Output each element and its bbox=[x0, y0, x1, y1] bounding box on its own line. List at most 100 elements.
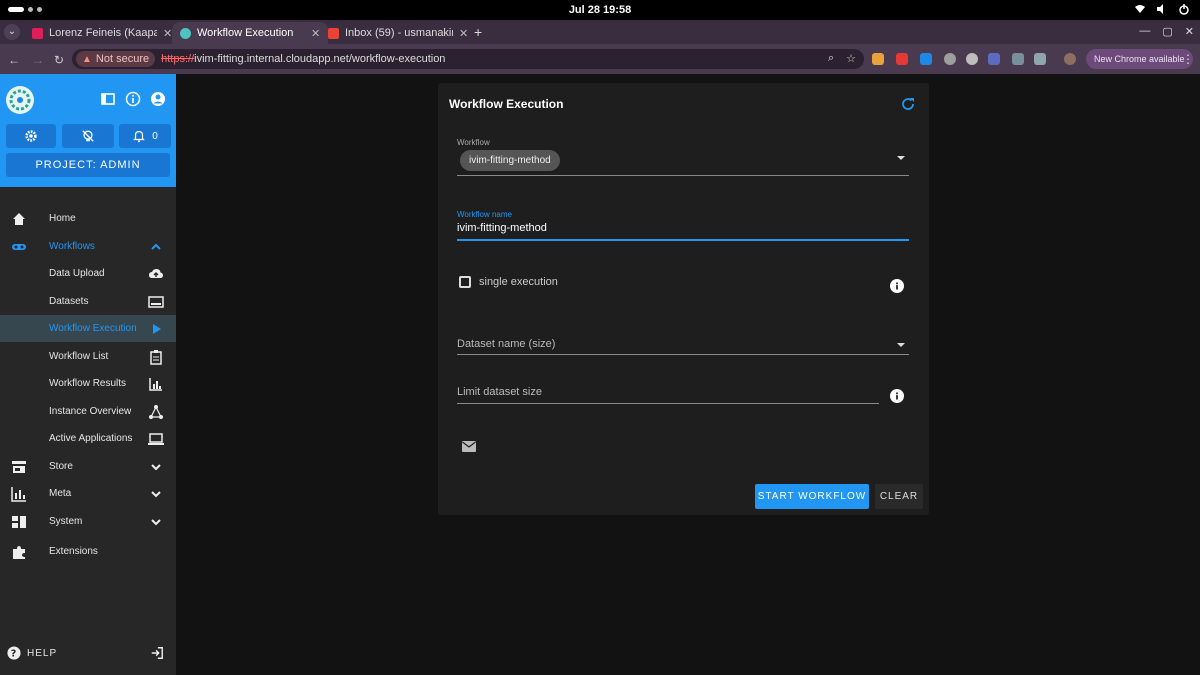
maximize-icon[interactable]: ▢ bbox=[1162, 25, 1172, 38]
dataset-select[interactable]: Dataset name (size) bbox=[457, 338, 555, 350]
email-icon[interactable] bbox=[462, 441, 476, 452]
gmail-icon bbox=[328, 27, 339, 39]
browser-toolbar: ← → ↻ ▲ Not secure https://ivim-fitting.… bbox=[0, 44, 1200, 74]
clear-button[interactable]: CLEAR bbox=[875, 484, 923, 509]
tab-workflow-execution[interactable]: Workflow Execution ✕ bbox=[172, 22, 329, 44]
notification-count: 0 bbox=[152, 130, 158, 142]
new-tab-button[interactable]: + bbox=[474, 24, 482, 40]
tab-slack[interactable]: Lorenz Feineis (Kaapana ✕ bbox=[24, 22, 180, 44]
clipboard-icon bbox=[150, 349, 162, 365]
close-window-icon[interactable]: ✕ bbox=[1185, 25, 1194, 38]
extension-icon[interactable] bbox=[920, 53, 932, 65]
extension-icon[interactable] bbox=[1012, 53, 1024, 65]
sidebar-item-active-applications[interactable]: Active Applications bbox=[0, 425, 176, 452]
sidebar-item-data-upload[interactable]: Data Upload bbox=[0, 260, 176, 287]
project-selector-button[interactable]: PROJECT: ADMIN bbox=[6, 153, 170, 177]
chevron-down-icon bbox=[151, 518, 161, 525]
svg-text:?: ? bbox=[11, 649, 17, 660]
sidebar-item-extensions[interactable]: Extensions bbox=[0, 538, 176, 565]
workflow-name-input[interactable]: ivim-fitting-method bbox=[457, 222, 547, 234]
sidebar-toggle-icon[interactable] bbox=[100, 91, 116, 107]
dataset-dropdown-arrow-icon[interactable] bbox=[897, 343, 905, 347]
close-icon[interactable]: ✕ bbox=[311, 27, 320, 40]
system-tray[interactable] bbox=[1134, 3, 1190, 15]
sidebar-item-datasets[interactable]: Datasets bbox=[0, 288, 176, 315]
network-icon bbox=[149, 404, 163, 419]
laptop-icon bbox=[148, 432, 164, 445]
workflows-icon bbox=[12, 243, 26, 250]
minimize-icon[interactable]: — bbox=[1139, 25, 1150, 38]
extension-icon[interactable] bbox=[966, 53, 978, 65]
refresh-icon[interactable] bbox=[900, 96, 916, 112]
sidebar-item-instance-overview[interactable]: Instance Overview bbox=[0, 398, 176, 425]
account-icon[interactable] bbox=[150, 91, 166, 107]
reload-icon[interactable]: ↻ bbox=[54, 53, 64, 67]
os-top-bar: Jul 28 19:58 bbox=[0, 0, 1200, 20]
extension-icon[interactable] bbox=[988, 53, 1000, 65]
sidebar-item-workflow-results[interactable]: Workflow Results bbox=[0, 370, 176, 397]
puzzle-extensions-icon[interactable] bbox=[1034, 53, 1046, 65]
play-icon bbox=[153, 323, 161, 334]
single-execution-label[interactable]: single execution bbox=[479, 276, 558, 288]
info-icon[interactable] bbox=[890, 279, 904, 293]
address-bar[interactable]: ▲ Not secure https://ivim-fitting.intern… bbox=[72, 49, 864, 69]
limit-dataset-size-input[interactable]: Limit dataset size bbox=[457, 386, 542, 398]
slack-icon bbox=[32, 27, 43, 39]
help-icon[interactable]: ? bbox=[7, 646, 21, 660]
bookmark-star-icon[interactable]: ☆ bbox=[846, 52, 856, 65]
forward-icon[interactable]: → bbox=[32, 53, 44, 67]
sidebar-item-meta[interactable]: Meta bbox=[0, 480, 176, 507]
zoom-icon[interactable]: ⌕ bbox=[828, 52, 834, 65]
info-icon[interactable] bbox=[125, 91, 141, 107]
meta-chart-icon bbox=[11, 486, 26, 502]
extension-icon[interactable] bbox=[872, 53, 884, 65]
chevron-up-icon bbox=[151, 243, 161, 250]
workflow-chip[interactable]: ivim-fitting-method bbox=[460, 150, 560, 171]
kaapana-logo[interactable] bbox=[6, 86, 34, 114]
new-chrome-button[interactable]: New Chrome available bbox=[1086, 49, 1193, 69]
workflow-name-underline bbox=[457, 239, 909, 241]
tab-gmail[interactable]: Inbox (59) - usmanakin ✕ bbox=[320, 22, 476, 44]
sidebar-item-store[interactable]: Store bbox=[0, 453, 176, 480]
sidebar-item-home[interactable]: Home bbox=[0, 205, 176, 232]
extension-icon[interactable] bbox=[896, 53, 908, 65]
chevron-down-icon bbox=[151, 490, 161, 497]
help-label[interactable]: HELP bbox=[27, 648, 57, 659]
back-icon[interactable]: ← bbox=[8, 53, 20, 67]
window-controls: — ▢ ✕ bbox=[1139, 25, 1194, 38]
sidebar-item-workflow-list[interactable]: Workflow List bbox=[0, 343, 176, 370]
info-icon[interactable] bbox=[890, 389, 904, 403]
browser-tab-strip: ⌄ Lorenz Feineis (Kaapana ✕ Workflow Exe… bbox=[0, 20, 1200, 44]
dataset-select-underline[interactable] bbox=[457, 354, 909, 355]
kaapana-icon bbox=[180, 27, 191, 39]
tab-search-button[interactable]: ⌄ bbox=[4, 24, 20, 40]
workflow-execution-card: Workflow Execution Workflow ivim-fitting… bbox=[438, 83, 929, 515]
sidebar-item-workflows[interactable]: Workflows bbox=[0, 233, 176, 260]
puzzle-icon bbox=[13, 545, 25, 559]
chrome-menu-icon[interactable]: ⋮ bbox=[1182, 52, 1194, 66]
workflow-dropdown-arrow-icon[interactable] bbox=[897, 156, 905, 160]
feedback-button[interactable] bbox=[62, 124, 114, 148]
system-icon bbox=[12, 515, 26, 528]
chevron-down-icon bbox=[151, 463, 161, 470]
profile-avatar[interactable] bbox=[1064, 53, 1076, 65]
start-workflow-button[interactable]: START WORKFLOW bbox=[755, 484, 869, 509]
security-indicator[interactable]: ▲ Not secure bbox=[76, 51, 156, 67]
help-row: ? HELP bbox=[0, 644, 176, 668]
logout-icon[interactable] bbox=[150, 646, 164, 660]
tab-title: Workflow Execution bbox=[197, 27, 294, 39]
url-text[interactable]: https://ivim-fitting.internal.cloudapp.n… bbox=[161, 53, 445, 65]
sidebar-item-workflow-execution[interactable]: Workflow Execution bbox=[0, 315, 176, 342]
single-execution-checkbox[interactable] bbox=[459, 276, 471, 288]
sidebar-item-system[interactable]: System bbox=[0, 508, 176, 535]
chart-icon bbox=[149, 377, 162, 391]
close-icon[interactable]: ✕ bbox=[459, 27, 468, 40]
settings-button[interactable] bbox=[6, 124, 56, 148]
extension-icon[interactable] bbox=[944, 53, 956, 65]
close-icon[interactable]: ✕ bbox=[163, 27, 172, 40]
system-clock[interactable]: Jul 28 19:58 bbox=[0, 4, 1200, 16]
notifications-button[interactable]: 0 bbox=[119, 124, 171, 148]
limit-dataset-underline[interactable] bbox=[457, 403, 879, 404]
cloud-upload-icon bbox=[149, 268, 163, 278]
workflow-select-underline[interactable] bbox=[457, 175, 909, 176]
